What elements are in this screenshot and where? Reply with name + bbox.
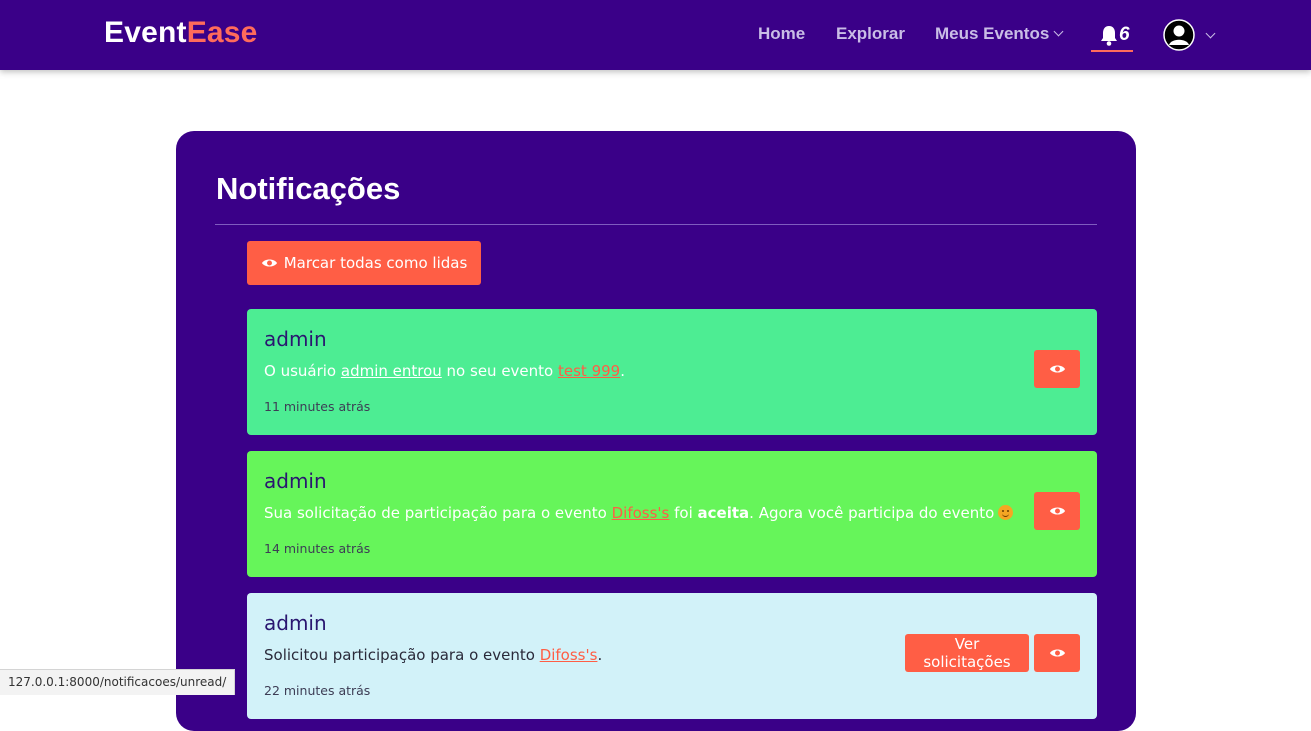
divider [215,224,1097,225]
notification-time: 22 minutes atrás [264,683,371,698]
page-title: Notificações [216,171,401,206]
notification-time: 14 minutes atrás [264,541,371,556]
mark-read-button[interactable] [1034,634,1080,672]
brand-part2: Ease [186,16,258,49]
notification-card: admin Sua solicitação de participação pa… [247,451,1097,577]
nav-explore-link[interactable]: Explorar [836,24,905,44]
notification-message: Sua solicitação de participação para o e… [264,504,1014,522]
smile-emoji-icon [998,505,1014,520]
eye-icon [1049,507,1065,515]
notifications-button[interactable]: 6 [1091,22,1133,52]
notification-user: admin [264,611,327,635]
nav-my-events-label: Meus Eventos [935,24,1050,43]
user-menu-button[interactable] [1163,19,1216,51]
notification-message: Solicitou participação para o evento Dif… [264,646,603,664]
user-entered-link[interactable]: admin entrou [341,362,442,380]
view-requests-button[interactable]: Ver solicitações [905,634,1029,672]
event-link[interactable]: Difoss's [540,646,598,664]
event-link[interactable]: test 999 [558,362,620,380]
notifications-panel: Notificações Marcar todas como lidas adm… [176,131,1136,731]
status-bar-url: 127.0.0.1:8000/notificacoes/unread/ [0,669,236,695]
notification-count-badge: 6 [1119,24,1130,45]
notification-time: 11 minutes atrás [264,399,371,414]
notification-user: admin [264,469,327,493]
mark-read-button[interactable] [1034,350,1080,388]
brand-part1: Event [104,16,187,49]
mark-all-read-label: Marcar todas como lidas [283,254,468,272]
eye-icon [261,259,277,267]
navbar: EventEase Home Explorar Meus Eventos 6 [0,0,1311,70]
event-link[interactable]: Difoss's [612,504,670,522]
mark-read-button[interactable] [1034,492,1080,530]
eye-icon [1049,649,1065,657]
nav-my-events-dropdown[interactable]: Meus Eventos [935,24,1064,44]
brand-logo[interactable]: EventEase [104,16,258,50]
notification-user: admin [264,327,327,351]
avatar-icon [1163,19,1195,51]
notification-card: admin O usuário admin entrou no seu even… [247,309,1097,435]
notification-card: admin Solicitou participação para o even… [247,593,1097,719]
nav-home-link[interactable]: Home [758,24,805,44]
chevron-down-icon [1053,26,1064,37]
notification-message: O usuário admin entrou no seu evento tes… [264,362,625,380]
eye-icon [1049,365,1065,373]
chevron-down-icon [1205,28,1216,39]
bell-icon [1101,26,1117,46]
mark-all-read-button[interactable]: Marcar todas como lidas [247,241,481,285]
